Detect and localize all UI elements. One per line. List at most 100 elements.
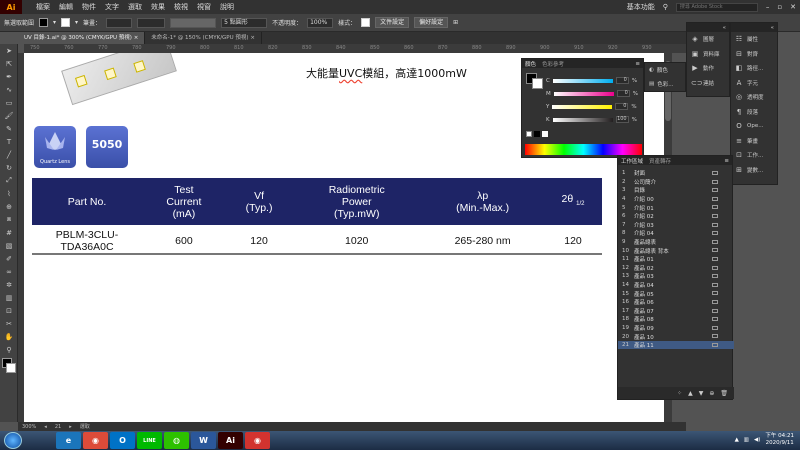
list-item[interactable]: 13 產品 03 — [618, 272, 734, 281]
tab-uv-catalog[interactable]: UV 目錄-1.ai* @ 300% (CMYK/GPU 預視) × — [18, 32, 146, 44]
menu-item[interactable]: 選取 — [128, 2, 142, 12]
opentype-button[interactable]: O Ope... — [731, 119, 777, 134]
rectangle-tool-icon[interactable]: ▭ — [0, 96, 18, 109]
panel-menu-icon[interactable]: ≡ — [635, 61, 640, 67]
channel-k-value[interactable]: 100 — [615, 116, 629, 123]
stock-search-input[interactable]: 搜尋 Adobe Stock — [675, 2, 758, 12]
menu-item[interactable]: 檔案 — [36, 2, 50, 12]
list-item[interactable]: 20 產品 10 — [618, 332, 734, 341]
list-item[interactable]: 7 介紹 03 — [618, 221, 734, 230]
horizontal-ruler[interactable]: 750 760 770 780 790 800 810 820 830 840 850 860 870 8… — [24, 44, 686, 53]
transparency-button[interactable]: ◎ 透明度 — [731, 90, 777, 105]
libraries-button[interactable]: ▣ 資料庫 — [687, 47, 729, 62]
list-item[interactable]: 4 介紹 00 — [618, 195, 734, 204]
maximize-icon[interactable]: ▫ — [777, 3, 782, 11]
chrome2-icon[interactable]: ◉ — [245, 432, 270, 449]
tab-artboards[interactable]: 工作區域 — [621, 157, 643, 165]
artboard-options-icon[interactable] — [712, 179, 718, 184]
new-artboard-icon[interactable]: ⊕ — [709, 390, 714, 397]
close-icon[interactable]: ✕ — [790, 3, 796, 11]
menu-item[interactable]: 編輯 — [59, 2, 73, 12]
artboard-options-icon[interactable] — [712, 222, 718, 227]
move-down-icon[interactable]: ▼ — [699, 390, 704, 397]
pathfinder-button[interactable]: ◧ 路徑... — [731, 61, 777, 76]
ie-icon[interactable]: e — [56, 432, 81, 449]
artboard-options-icon[interactable] — [712, 334, 718, 339]
color-guide-button[interactable]: ▤ 色彩... — [645, 77, 685, 91]
artboard-options-icon[interactable] — [712, 248, 718, 253]
menu-item[interactable]: 視窗 — [197, 2, 211, 12]
volume-icon[interactable]: ◀) — [754, 437, 760, 443]
perspective-grid-icon[interactable]: ⧈ — [0, 213, 18, 226]
zoom-level[interactable]: 300% — [22, 424, 36, 430]
menu-item[interactable]: 文字 — [105, 2, 119, 12]
artboard-options-icon[interactable] — [712, 282, 718, 287]
opacity-field[interactable]: 100% — [307, 17, 334, 28]
tab-asset-export[interactable]: 資產轉存 — [649, 157, 671, 165]
fill-swatch[interactable] — [39, 18, 49, 27]
artboard-options-icon[interactable] — [712, 274, 718, 279]
list-item[interactable]: 10 產品總表 背本 — [618, 246, 734, 255]
artboards-button[interactable]: ⊡ 工作... — [731, 148, 777, 163]
list-item[interactable]: 19 產品 09 — [618, 324, 734, 333]
line-icon[interactable]: LINE — [137, 432, 162, 449]
list-item[interactable]: 15 產品 05 — [618, 289, 734, 298]
direct-selection-tool-icon[interactable]: ⇱ — [0, 57, 18, 70]
none-swatch[interactable] — [526, 131, 532, 137]
links-button[interactable]: ⊂⊃ 連結 — [687, 76, 729, 91]
brush-field[interactable]: 5 點圓形 — [221, 17, 268, 28]
white-swatch[interactable] — [542, 131, 548, 137]
tab-close-icon[interactable]: × — [250, 35, 255, 41]
artboard-options-icon[interactable] — [712, 231, 718, 236]
list-item[interactable]: 8 介紹 04 — [618, 229, 734, 238]
tab-untitled[interactable]: 未命名-1* @ 150% (CMYK/GPU 預視) × — [145, 32, 262, 44]
variables-button[interactable]: ⊞ 變數... — [731, 163, 777, 178]
list-item[interactable]: 2 公司簡介 — [618, 178, 734, 187]
artboard-options-icon[interactable] — [712, 291, 718, 296]
start-button[interactable] — [4, 432, 22, 449]
profile-field[interactable] — [170, 17, 217, 28]
paragraph-button[interactable]: ¶ 段落 — [731, 105, 777, 120]
blend-tool-icon[interactable]: ∞ — [0, 265, 18, 278]
line-tool-icon[interactable]: ╱ — [0, 148, 18, 161]
artboard-options-icon[interactable] — [712, 213, 718, 218]
artboard-options-icon[interactable] — [712, 256, 718, 261]
stroke-color-swatch[interactable] — [532, 78, 543, 89]
menu-item[interactable]: 物件 — [82, 2, 96, 12]
expand-icon[interactable]: « — [771, 25, 774, 31]
artboard-options-icon[interactable] — [712, 196, 718, 201]
artboard-options-icon[interactable] — [712, 265, 718, 270]
artboard-nav-prev-icon[interactable]: ◂ — [44, 424, 47, 430]
type-tool-icon[interactable]: T — [0, 135, 18, 148]
curvature-tool-icon[interactable]: ∿ — [0, 83, 18, 96]
chrome-icon[interactable]: ◉ — [83, 432, 108, 449]
stroke-swatch[interactable] — [61, 18, 71, 27]
list-item[interactable]: 6 介紹 02 — [618, 212, 734, 221]
tab-color-guide[interactable]: 色彩參考 — [542, 60, 564, 68]
list-item[interactable]: 14 產品 04 — [618, 281, 734, 290]
style-swatch[interactable] — [361, 18, 371, 27]
zoom-tool-icon[interactable]: ⚲ — [0, 343, 18, 356]
artboard-options-icon[interactable] — [712, 308, 718, 313]
channel-m-slider[interactable] — [553, 91, 614, 96]
artboard-options-icon[interactable] — [712, 325, 718, 330]
move-up-icon[interactable]: ▲ — [688, 390, 693, 397]
expand-icon[interactable]: « — [723, 25, 726, 31]
menu-item[interactable]: 說明 — [220, 2, 234, 12]
hand-tool-icon[interactable]: ✋ — [0, 330, 18, 343]
workspace-switcher[interactable]: 基本功能 — [627, 2, 655, 12]
rotate-tool-icon[interactable]: ↻ — [0, 161, 18, 174]
width-tool-icon[interactable]: ⌇ — [0, 187, 18, 200]
layers-button[interactable]: ◈ 圖層 — [687, 32, 729, 47]
eyedropper-tool-icon[interactable]: ✐ — [0, 252, 18, 265]
symbol-sprayer-icon[interactable]: ✲ — [0, 278, 18, 291]
network-icon[interactable]: ▥ — [744, 437, 749, 443]
shape-builder-icon[interactable]: ⊕ — [0, 200, 18, 213]
artboard-options-icon[interactable] — [712, 171, 718, 175]
black-swatch[interactable] — [534, 131, 540, 137]
document-setup-button[interactable]: 文件設定 — [375, 17, 410, 28]
fill-dropdown-icon[interactable]: ▾ — [53, 19, 56, 26]
artboard-number[interactable]: 21 — [55, 424, 61, 430]
list-item[interactable]: 11 產品 01 — [618, 255, 734, 264]
trash-icon[interactable]: 🗑 — [720, 390, 728, 397]
